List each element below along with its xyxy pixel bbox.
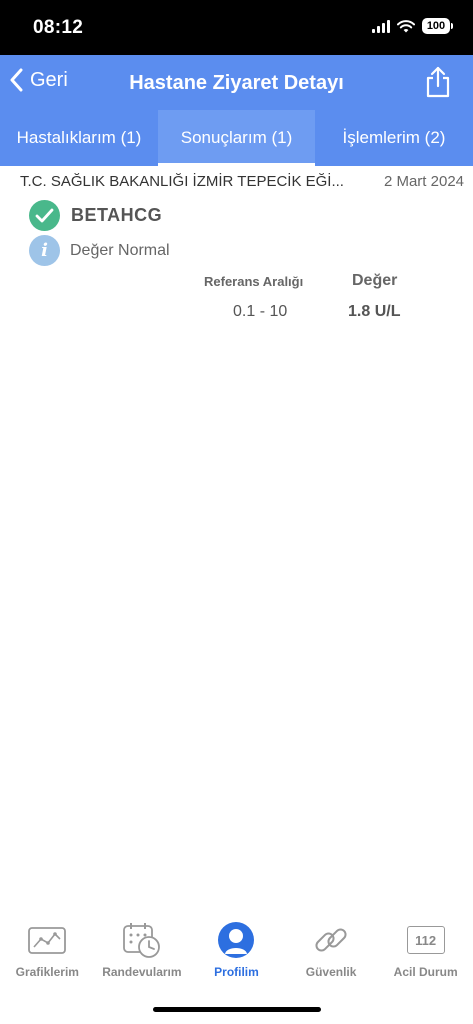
page-title: Hastane Ziyaret Detayı — [129, 72, 344, 94]
navigation-bar: Hastane Ziyaret Detayı Geri — [0, 55, 473, 110]
result-value: 1.8 U/L — [348, 303, 401, 320]
share-icon — [426, 66, 450, 98]
visit-header: T.C. SAĞLIK BAKANLIĞI İZMİR TEPECİK EĞİ.… — [20, 173, 464, 190]
bottom-tab-label: Grafiklerim — [15, 965, 79, 979]
reference-range-value: 0.1 - 10 — [233, 303, 288, 320]
visit-date: 2 Mart 2024 — [383, 173, 464, 190]
bottom-tab-profilim[interactable]: Profilim — [189, 920, 283, 990]
hospital-name: T.C. SAĞLIK BAKANLIĞI İZMİR TEPECİK EĞİ.… — [20, 173, 344, 190]
home-indicator — [153, 1007, 321, 1012]
tab-label: İşlemlerim (2) — [342, 128, 446, 147]
test-result-row[interactable]: BETAHCG — [29, 200, 162, 231]
status-icons: 100 — [372, 18, 453, 34]
back-button[interactable]: Geri — [10, 68, 68, 92]
cellular-signal-icon — [372, 19, 390, 33]
reference-range-header: Referans Aralığı — [204, 274, 304, 289]
result-status: Değer Normal — [70, 241, 170, 259]
battery-icon: 100 — [422, 18, 453, 34]
battery-level: 100 — [422, 18, 450, 34]
profile-icon — [218, 922, 255, 958]
link-icon — [315, 928, 347, 952]
bottom-tab-label: Randevularım — [102, 965, 182, 979]
value-header: Değer — [352, 272, 398, 289]
emergency-112-icon: 112 — [406, 926, 445, 954]
share-button[interactable] — [425, 66, 451, 103]
tab-label: Hastalıklarım (1) — [16, 128, 142, 147]
tab-islemlerim[interactable]: İşlemlerim (2) — [315, 110, 473, 166]
test-name: BETAHCG — [71, 205, 163, 225]
tab-sonuclarim[interactable]: Sonuçlarım (1) — [158, 110, 315, 166]
tab-hastaliklarim[interactable]: Hastalıklarım (1) — [0, 110, 158, 166]
bottom-tab-acil-durum[interactable]: 112 Acil Durum — [379, 920, 473, 990]
bottom-tab-label: Acil Durum — [393, 965, 458, 979]
check-icon — [29, 200, 60, 231]
result-status-row: i Değer Normal — [29, 235, 170, 266]
tab-label: Sonuçlarım (1) — [180, 128, 293, 147]
bottom-tab-randevularim[interactable]: Randevularım — [95, 920, 189, 990]
calendar-clock-icon — [122, 923, 160, 958]
status-bar: 08:12 100 — [0, 0, 473, 55]
wifi-icon — [397, 19, 415, 32]
bottom-tab-bar: Grafiklerim Randevularım Profilim Güvenl… — [0, 920, 473, 990]
bottom-tab-label: Profilim — [214, 965, 259, 979]
bottom-tab-guvenlik[interactable]: Güvenlik — [284, 920, 378, 990]
chevron-left-icon — [10, 68, 23, 92]
info-icon: i — [29, 235, 60, 266]
back-label: Geri — [30, 68, 68, 91]
bottom-tab-label: Güvenlik — [305, 965, 357, 979]
bottom-tab-grafiklerim[interactable]: Grafiklerim — [0, 920, 94, 990]
chart-icon — [28, 927, 67, 954]
status-time: 08:12 — [33, 17, 84, 38]
segment-tabs: Hastalıklarım (1) Sonuçlarım (1) İşlemle… — [0, 110, 473, 166]
